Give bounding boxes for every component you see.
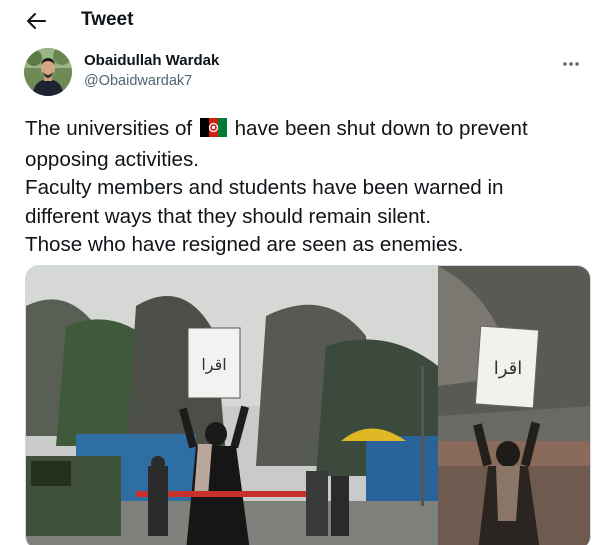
more-button[interactable] [558, 54, 584, 74]
photo-left: اقرا [26, 266, 438, 545]
afghanistan-flag-icon [199, 117, 227, 146]
more-horizontal-icon [563, 62, 579, 66]
tweet-line-5: Those who have resigned are seen as enem… [25, 232, 464, 256]
author-handle[interactable]: @Obaidwardak7 [84, 73, 192, 89]
photo-right: اقرا [438, 266, 590, 545]
page-title: Tweet [81, 9, 134, 30]
author-name[interactable]: Obaidullah Wardak [84, 52, 219, 69]
header-bar: Tweet [0, 0, 605, 42]
author-row: Obaidullah Wardak @Obaidwardak7 [24, 48, 584, 98]
tweet-line-4: different ways that they should remain s… [25, 204, 431, 228]
back-button[interactable] [22, 8, 50, 34]
protest-sign-text-right: اقرا [494, 358, 523, 379]
tweet-line-2: opposing activities. [25, 148, 200, 172]
tweet-text: The universities of have been shut down … [25, 115, 595, 259]
protest-sign-text-left: اقرا [201, 355, 226, 375]
avatar[interactable] [24, 48, 72, 96]
tweet-photo[interactable]: اقرا اقرا [25, 265, 591, 545]
tweet-line-1: The universities of have been shut down … [25, 115, 595, 146]
arrow-left-icon [27, 13, 46, 29]
tweet-line-3: Faculty members and students have been w… [25, 176, 504, 200]
